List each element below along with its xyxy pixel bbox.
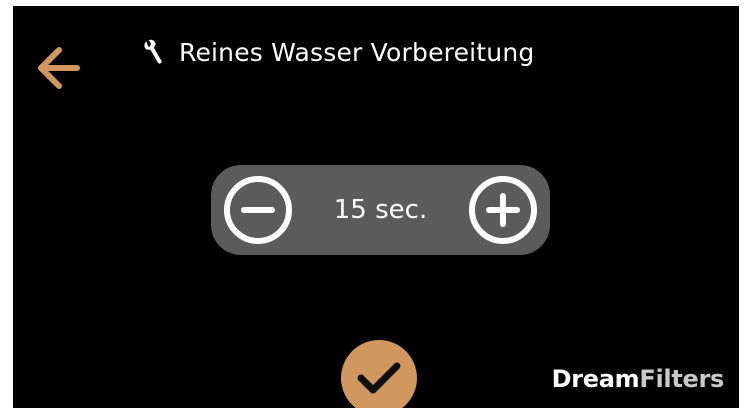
decrement-button[interactable] [223,175,293,245]
checkmark-icon [357,362,401,394]
screen: Reines Wasser Vorbereitung 15 sec. Dream… [13,6,739,408]
plus-circle-icon [469,176,537,244]
brand-logo: DreamFilters [551,365,725,393]
confirm-button[interactable] [341,340,417,408]
duration-value: 15 sec. [333,195,428,225]
header: Reines Wasser Vorbereitung [141,32,534,72]
brand-logo-part-1: Dream [551,365,640,393]
duration-stepper: 15 sec. [211,165,550,255]
wrench-icon [141,37,167,67]
arrow-left-icon [38,47,80,89]
back-button[interactable] [35,44,83,92]
brand-logo-part-2: Filters [639,365,724,393]
page-title: Reines Wasser Vorbereitung [179,37,535,67]
increment-button[interactable] [468,175,538,245]
minus-circle-icon [224,176,292,244]
